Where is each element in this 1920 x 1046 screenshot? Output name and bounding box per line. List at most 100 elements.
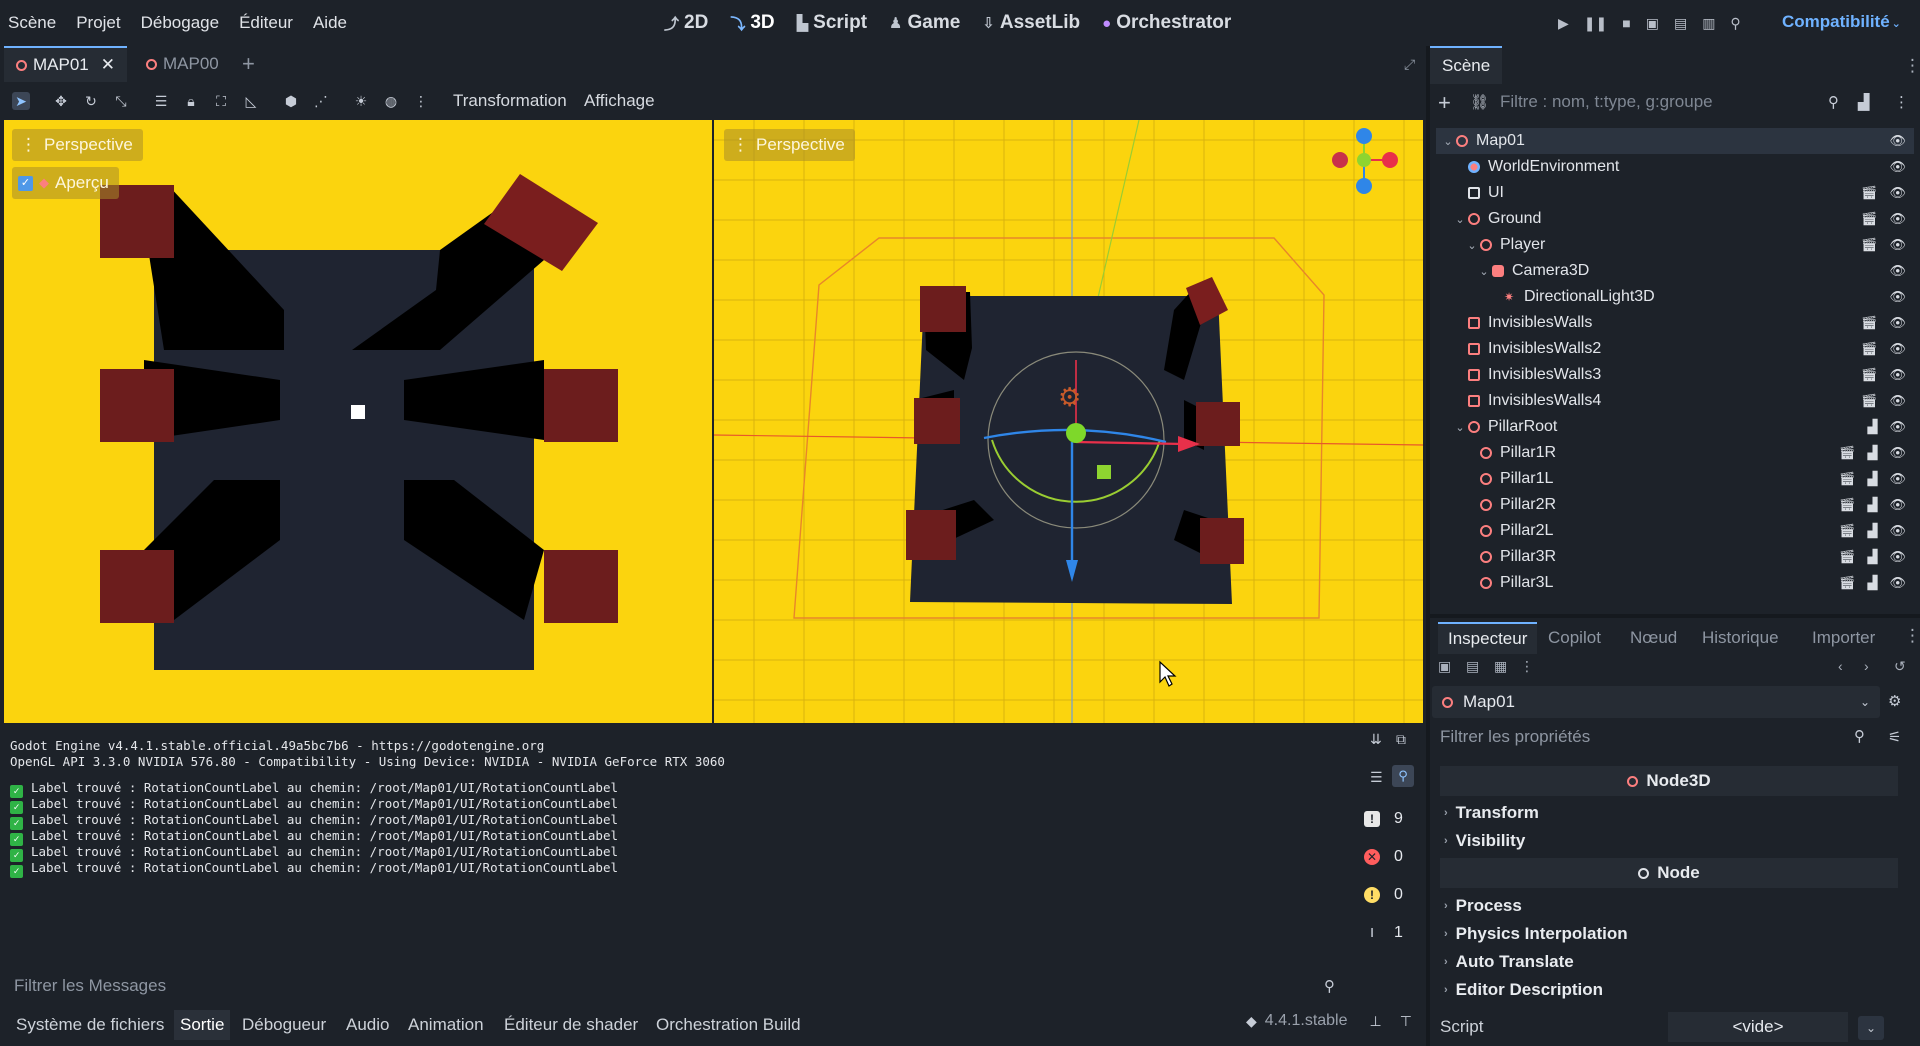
clapper-icon[interactable]: 🎬︎ <box>1861 211 1878 227</box>
clapper-icon[interactable]: 🎬︎ <box>1861 237 1878 253</box>
visibility-eye-icon[interactable]: 👁︎ <box>1889 289 1906 305</box>
attach-script-icon[interactable]: ▟ <box>1858 93 1870 111</box>
viewport-right[interactable]: ⚙ ⋮ Perspective <box>714 120 1423 723</box>
tree-node-pillar1r[interactable]: Pillar1R 🎬︎ ▟ 👁︎ <box>1436 440 1914 466</box>
visibility-eye-icon[interactable]: 👁︎ <box>1889 185 1906 201</box>
visibility-eye-icon[interactable]: 👁︎ <box>1889 133 1906 149</box>
clapper-icon[interactable]: 🎬︎ <box>1839 445 1856 461</box>
script-icon[interactable]: ▟ <box>1867 445 1877 461</box>
pause-icon[interactable]: ❚❚ <box>1584 15 1607 32</box>
visibility-eye-icon[interactable]: 👁︎ <box>1889 419 1906 435</box>
script-icon[interactable]: ▟ <box>1867 419 1877 435</box>
tree-node-camera3d[interactable]: ⌄ Camera3D 👁︎ <box>1436 258 1914 284</box>
clapper-icon[interactable]: 🎬︎ <box>1861 185 1878 201</box>
save-resource-icon[interactable]: ▦ <box>1494 658 1507 675</box>
tree-node-ground[interactable]: ⌄ Ground 🎬︎ 👁︎ <box>1436 206 1914 232</box>
link-icon[interactable]: ⛓ <box>1470 93 1489 111</box>
add-node-icon[interactable]: + <box>1438 90 1451 116</box>
tree-node-pillar2l[interactable]: Pillar2L 🎬︎ ▟ 👁︎ <box>1436 518 1914 544</box>
inspected-object-selector[interactable]: Map01 ⌄ <box>1432 686 1880 718</box>
tree-node-map01[interactable]: ⌄ Map01 👁︎ <box>1436 128 1914 154</box>
snap-icon[interactable]: ⋰ <box>312 92 330 110</box>
perspective-menu-left[interactable]: ⋮ Perspective <box>12 129 143 161</box>
tab-output[interactable]: Sortie <box>174 1010 231 1040</box>
kebab-icon[interactable]: ⋮ <box>1904 56 1920 76</box>
visibility-eye-icon[interactable]: 👁︎ <box>1889 211 1906 227</box>
tree-node-invisibleswalls[interactable]: InvisiblesWalls 🎬︎ 👁︎ <box>1436 310 1914 336</box>
tab-orchestration-build[interactable]: Orchestration Build <box>650 1010 807 1040</box>
clapper-icon[interactable]: 🎬︎ <box>1861 341 1878 357</box>
messages-filter[interactable]: ! 9 <box>1364 805 1403 833</box>
more-options-icon[interactable]: ⋮ <box>412 92 430 110</box>
script-icon[interactable]: ▟ <box>1867 471 1877 487</box>
tab-map00[interactable]: MAP00 <box>134 46 231 82</box>
tab-import[interactable]: Importer <box>1802 622 1885 654</box>
editor-filter[interactable]: ǀ1 <box>1364 919 1403 947</box>
close-icon[interactable]: ✕ <box>101 55 115 75</box>
workspace-script[interactable]: ▙ Script <box>797 12 867 34</box>
tree-node-directionallight3d[interactable]: ✷ DirectionalLight3D 👁︎ <box>1436 284 1914 310</box>
workspace-orchestrator[interactable]: ● Orchestrator <box>1102 12 1231 34</box>
ruler-icon[interactable]: ◺ <box>242 92 260 110</box>
visibility-eye-icon[interactable]: 👁︎ <box>1889 393 1906 409</box>
section-transform[interactable]: › Transform <box>1440 800 1898 826</box>
visibility-eye-icon[interactable]: 👁︎ <box>1889 549 1906 565</box>
script-icon[interactable]: ▟ <box>1867 549 1877 565</box>
tree-node-pillar2r[interactable]: Pillar2R 🎬︎ ▟ 👁︎ <box>1436 492 1914 518</box>
clapper-icon[interactable]: 🎬︎ <box>1839 575 1856 591</box>
scale-tool-icon[interactable]: ⤡ <box>112 92 130 110</box>
chevron-down-icon[interactable]: ⌄ <box>1442 135 1454 148</box>
script-icon[interactable]: ▟ <box>1867 575 1877 591</box>
menu-scene[interactable]: Scène <box>8 13 56 33</box>
chevron-down-icon[interactable]: ⌄ <box>1454 213 1466 226</box>
group-icon[interactable]: ⛶ <box>212 92 230 110</box>
visibility-eye-icon[interactable]: 👁︎ <box>1889 315 1906 331</box>
tab-audio[interactable]: Audio <box>340 1010 395 1040</box>
menu-project[interactable]: Projet <box>76 13 120 33</box>
expand-panel-icon[interactable]: ⊤ <box>1400 1013 1412 1030</box>
script-icon[interactable]: ▟ <box>1867 497 1877 513</box>
filter-messages-input[interactable] <box>14 976 1314 996</box>
kebab-icon[interactable]: ⋮ <box>1894 93 1909 111</box>
workspace-game[interactable]: ♟ Game <box>889 12 960 34</box>
section-auto-translate[interactable]: › Auto Translate <box>1440 949 1898 975</box>
list-select-icon[interactable]: ☰ <box>152 92 170 110</box>
perspective-menu-right[interactable]: ⋮ Perspective <box>724 129 855 161</box>
play-scene-icon[interactable]: ▤ <box>1674 15 1687 32</box>
chevron-down-icon[interactable]: ⌄ <box>1454 421 1466 434</box>
clapper-icon[interactable]: 🎬︎ <box>1861 315 1878 331</box>
filter-options-icon[interactable]: ⚟ <box>1888 728 1901 746</box>
stop-icon[interactable]: ■ <box>1622 15 1630 31</box>
rotate-tool-icon[interactable]: ↻ <box>82 92 100 110</box>
workspace-3d[interactable]: ⤵ 3D <box>730 12 774 34</box>
warnings-filter[interactable]: ! 0 <box>1364 881 1403 909</box>
visibility-eye-icon[interactable]: 👁︎ <box>1889 575 1906 591</box>
kebab-icon[interactable]: ⋮ <box>1520 658 1534 675</box>
lock-icon[interactable]: 🔒︎ <box>182 92 200 110</box>
tab-map01[interactable]: MAP01 ✕ <box>4 46 127 82</box>
chevron-down-icon[interactable]: ⌄ <box>1478 265 1490 278</box>
history-icon[interactable]: ↺ <box>1894 658 1906 675</box>
scroll-lock-icon[interactable]: ⇊ <box>1370 731 1382 748</box>
tree-node-invisibleswalls4[interactable]: InvisiblesWalls4 🎬︎ 👁︎ <box>1436 388 1914 414</box>
add-tab-button[interactable]: + <box>230 46 267 82</box>
movie-maker-icon[interactable]: ⚲ <box>1730 15 1740 32</box>
errors-filter[interactable]: ✕ 0 <box>1364 843 1403 871</box>
tree-node-ui[interactable]: UI 🎬︎ 👁︎ <box>1436 180 1914 206</box>
tab-scene[interactable]: Scène <box>1430 46 1503 84</box>
clapper-icon[interactable]: 🎬︎ <box>1839 497 1856 513</box>
clapper-icon[interactable]: 🎬︎ <box>1861 367 1878 383</box>
menu-editor[interactable]: Éditeur <box>239 13 293 33</box>
play-custom-scene-icon[interactable]: ▥ <box>1702 15 1715 32</box>
viewport-left[interactable]: ⋮ Perspective ✓ ◆ Aperçu <box>4 120 712 723</box>
workspace-2d[interactable]: ⤴ 2D <box>664 12 708 34</box>
clapper-icon[interactable]: 🎬︎ <box>1839 523 1856 539</box>
tab-filesystem[interactable]: Système de fichiers <box>10 1010 170 1040</box>
section-visibility[interactable]: › Visibility <box>1440 828 1898 854</box>
select-tool-icon[interactable]: ➤ <box>12 92 30 110</box>
load-resource-icon[interactable]: ▤ <box>1466 658 1479 675</box>
tree-node-player[interactable]: ⌄ Player 🎬︎ 👁︎ <box>1436 232 1914 258</box>
distraction-free-button[interactable]: ⤢ <box>1392 46 1427 82</box>
script-icon[interactable]: ▟ <box>1867 523 1877 539</box>
view-menu[interactable]: Affichage <box>584 91 655 111</box>
